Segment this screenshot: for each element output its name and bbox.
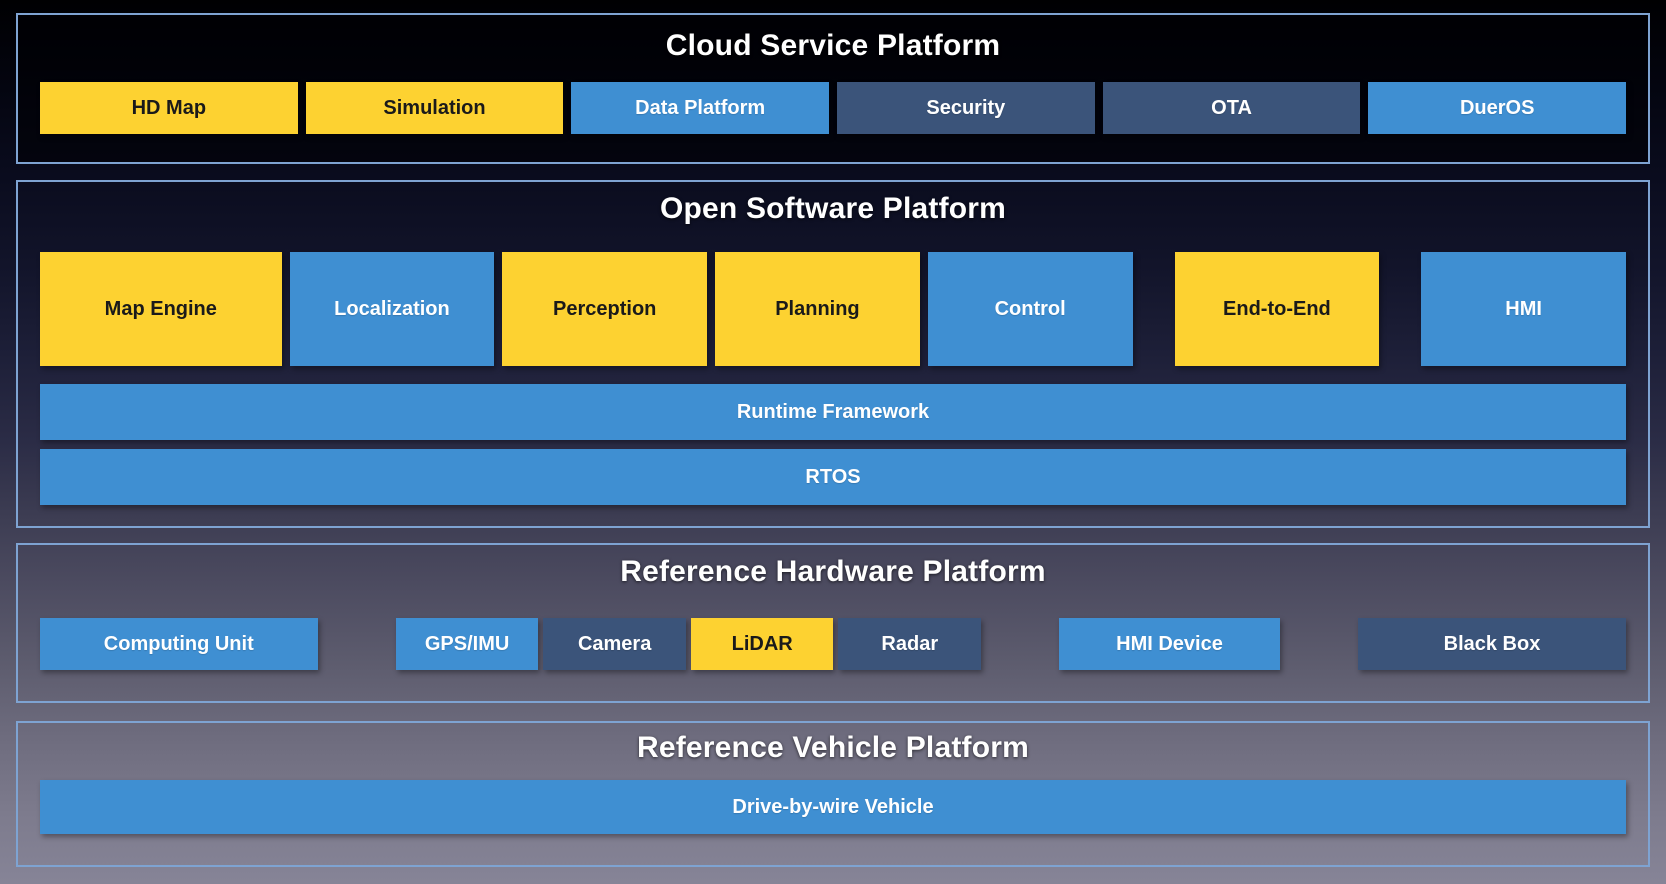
cloud-service-platform-section: Cloud Service Platform HD Map Simulation… — [16, 13, 1650, 164]
box-lidar: LiDAR — [690, 618, 834, 670]
box-hd-map: HD Map — [40, 82, 298, 134]
box-dueros: DuerOS — [1368, 82, 1627, 134]
reference-vehicle-platform-section: Reference Vehicle Platform Drive-by-wire… — [16, 721, 1650, 867]
box-hmi-device: HMI Device — [1059, 618, 1280, 670]
software-section-title: Open Software Platform — [659, 192, 1007, 225]
reference-hardware-platform-section: Reference Hardware Platform Computing Un… — [16, 543, 1650, 703]
box-black-box: Black Box — [1357, 618, 1626, 670]
hardware-section-title: Reference Hardware Platform — [620, 555, 1046, 588]
box-gps-imu: GPS/IMU — [395, 618, 539, 670]
sensor-group: GPS/IMU Camera LiDAR Radar — [395, 618, 982, 670]
vehicle-section-title: Reference Vehicle Platform — [636, 731, 1030, 764]
box-control: Control — [927, 252, 1133, 366]
bar-rtos: RTOS — [40, 449, 1626, 505]
box-map-engine: Map Engine — [40, 252, 282, 366]
cloud-section-title: Cloud Service Platform — [665, 29, 1001, 62]
box-ota: OTA — [1102, 82, 1361, 134]
bar-runtime-framework: Runtime Framework — [40, 384, 1626, 440]
box-simulation: Simulation — [305, 82, 564, 134]
box-planning: Planning — [715, 252, 920, 366]
box-data-platform: Data Platform — [571, 82, 830, 134]
box-perception: Perception — [502, 252, 708, 366]
software-modules-row: Map Engine Localization Perception Plann… — [40, 252, 1626, 366]
box-localization: Localization — [289, 252, 495, 366]
box-radar: Radar — [838, 618, 982, 670]
box-camera: Camera — [543, 618, 686, 670]
box-end-to-end: End-to-End — [1174, 252, 1380, 366]
box-hmi: HMI — [1421, 252, 1626, 366]
bar-drive-by-wire-vehicle: Drive-by-wire Vehicle — [40, 780, 1626, 834]
hardware-row: Computing Unit GPS/IMU Camera LiDAR Rada… — [40, 618, 1626, 670]
open-software-platform-section: Open Software Platform Map Engine Locali… — [16, 180, 1650, 528]
cloud-services-row: HD Map Simulation Data Platform Security… — [40, 82, 1627, 134]
box-security: Security — [837, 82, 1095, 134]
box-computing-unit: Computing Unit — [40, 618, 318, 670]
